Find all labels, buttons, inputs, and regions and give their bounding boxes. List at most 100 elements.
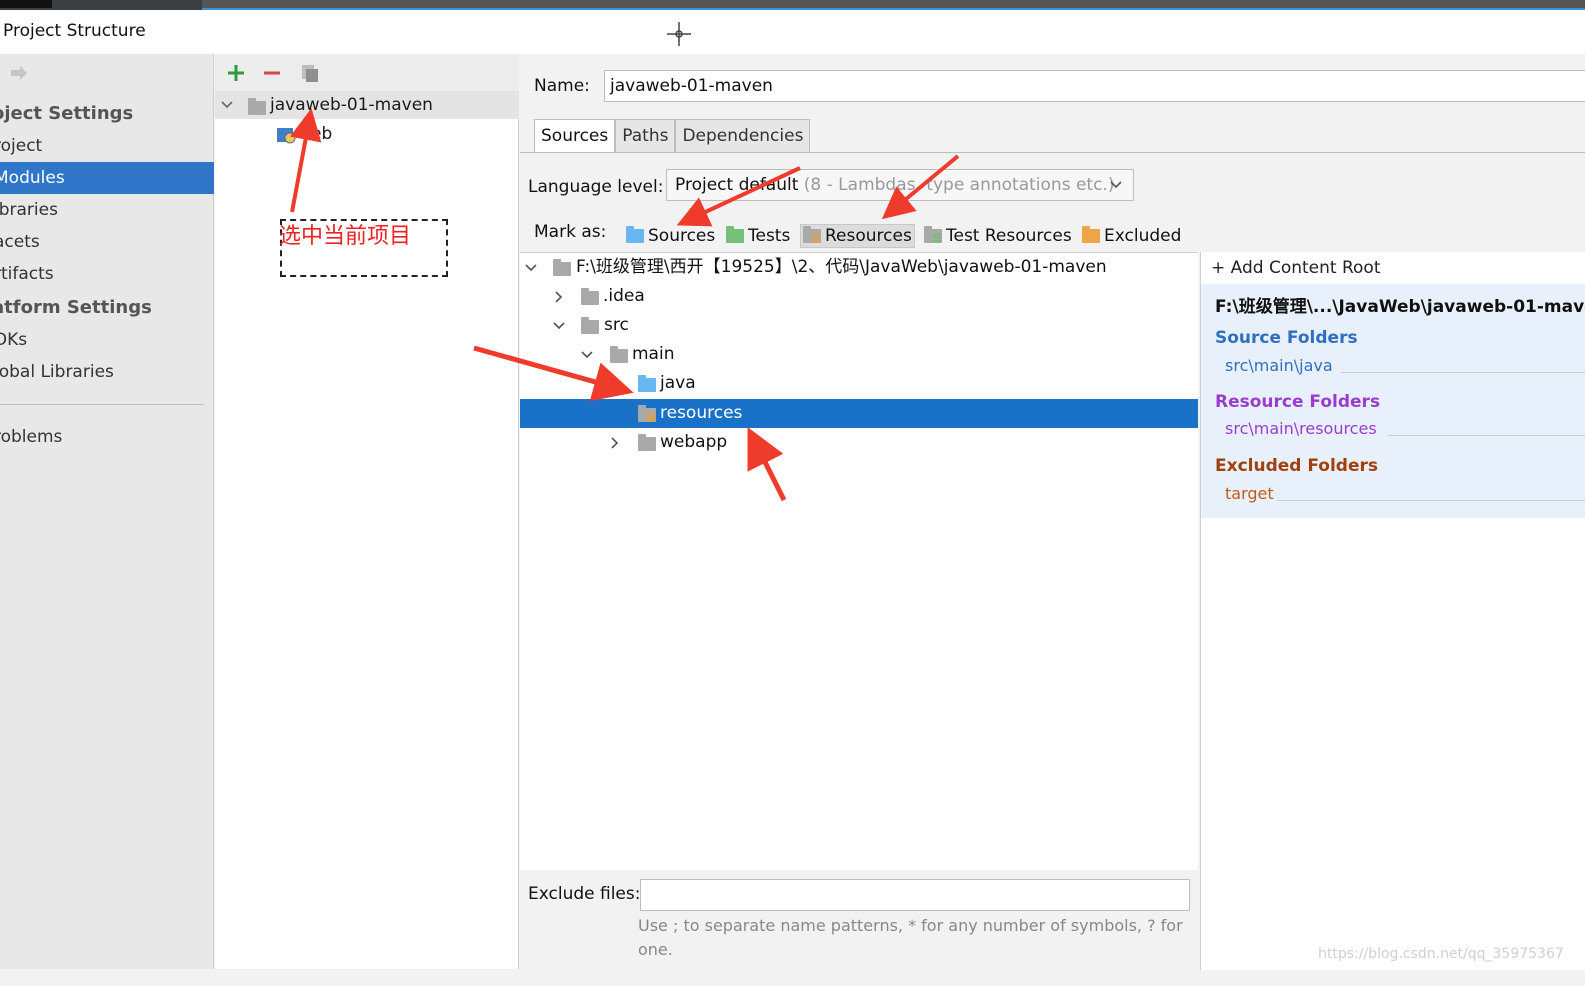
tab-paths[interactable]: Paths <box>615 119 676 153</box>
tab-divider <box>520 152 1585 153</box>
module-list-panel: javaweb-01-maven eb 选中当前项目 <box>215 54 519 969</box>
back-arrow-icon[interactable] <box>8 62 30 84</box>
source-tree: F:\班级管理\西开【19525】\2、代码\JavaWeb\javaweb-0… <box>520 252 1198 870</box>
sidebar-item-facets[interactable]: acets <box>0 226 214 258</box>
excluded-folder-entry[interactable]: target <box>1225 484 1274 503</box>
module-detail-panel: Name: javaweb-01-maven Sources Paths Dep… <box>520 54 1585 970</box>
settings-sidebar: oject Settings roject Modules ibraries a… <box>0 54 214 969</box>
chevron-right-icon[interactable] <box>608 436 622 450</box>
exclude-files-hint: Use ; to separate name patterns, * for a… <box>638 916 1183 959</box>
mark-as-label: Mark as: <box>534 222 607 242</box>
sidebar-item-label: ibraries <box>0 200 58 220</box>
mark-as-label-text: Sources <box>648 226 716 246</box>
name-label: Name: <box>534 76 590 96</box>
source-folder-icon <box>638 375 656 392</box>
sidebar-item-modules[interactable]: Modules <box>0 162 214 194</box>
chevron-down-icon[interactable] <box>552 319 566 333</box>
platform-settings-header: atform Settings <box>0 297 152 318</box>
sidebar-item-sdks[interactable]: DKs <box>0 324 214 356</box>
sidebar-item-problems[interactable]: roblems <box>0 421 214 453</box>
tree-row-root[interactable]: F:\班级管理\西开【19525】\2、代码\JavaWeb\javaweb-0… <box>520 253 1198 282</box>
content-root-path: F:\班级管理\...\JavaWeb\javaweb-01-mave <box>1215 297 1585 317</box>
name-field[interactable]: javaweb-01-maven <box>604 70 1585 102</box>
mark-as-excluded-button[interactable]: Excluded <box>1082 224 1181 248</box>
remove-module-button[interactable] <box>259 60 285 86</box>
folder-icon <box>553 259 571 276</box>
module-toolbar <box>215 54 519 92</box>
resource-folders-header: Resource Folders <box>1215 392 1381 412</box>
sidebar-item-libraries[interactable]: ibraries <box>0 194 214 226</box>
excluded-folders-header: Excluded Folders <box>1215 456 1379 476</box>
entry-divider <box>1277 500 1585 501</box>
add-content-root-label: Add Content Root <box>1230 258 1381 278</box>
entry-divider <box>1387 435 1585 436</box>
sidebar-item-label: roblems <box>0 427 63 447</box>
mark-as-label-text: Excluded <box>1104 226 1182 246</box>
copy-module-button[interactable] <box>297 60 323 86</box>
folder-icon <box>638 434 656 451</box>
tree-row-src[interactable]: src <box>520 311 1198 340</box>
folder-icon <box>581 288 599 305</box>
copy-icon <box>302 65 318 82</box>
minus-icon <box>264 71 280 75</box>
module-folder-icon <box>248 98 266 115</box>
chevron-down-icon[interactable] <box>580 348 594 362</box>
tree-row-label: resources <box>660 403 743 423</box>
tree-row-label: F:\班级管理\西开【19525】\2、代码\JavaWeb\javaweb-0… <box>576 257 1107 277</box>
mark-as-sources-button[interactable]: Sources <box>626 224 715 248</box>
tree-row-webapp[interactable]: webapp <box>520 428 1198 457</box>
sidebar-divider <box>0 404 204 405</box>
facet-row-web[interactable]: eb <box>215 120 519 148</box>
sidebar-item-label: DKs <box>0 330 28 350</box>
sidebar-item-label: lobal Libraries <box>0 362 114 382</box>
resource-folder-icon <box>803 226 821 243</box>
plus-icon <box>228 65 244 81</box>
test-folder-icon <box>726 226 744 243</box>
sidebar-item-label: Modules <box>0 168 65 188</box>
project-settings-header: oject Settings <box>0 103 134 124</box>
tree-row-resources[interactable]: resources <box>520 399 1198 428</box>
language-level-select[interactable]: Project default (8 - Lambdas, type annot… <box>666 169 1134 201</box>
folder-icon <box>581 317 599 334</box>
tree-row-main[interactable]: main <box>520 340 1198 369</box>
exclude-files-label: Exclude files: <box>528 884 641 904</box>
resource-folder-entry[interactable]: src\main\resources <box>1225 419 1377 438</box>
tree-row-label: webapp <box>660 432 728 452</box>
tab-dependencies[interactable]: Dependencies <box>675 119 811 153</box>
mark-as-resources-button[interactable]: Resources <box>800 224 915 248</box>
exclude-files-input[interactable] <box>640 879 1190 911</box>
sidebar-item-global-libraries[interactable]: lobal Libraries <box>0 356 214 388</box>
sidebar-item-label: roject <box>0 136 43 156</box>
folder-icon <box>610 346 628 363</box>
chevron-down-icon[interactable] <box>524 261 538 275</box>
sidebar-item-label: rtifacts <box>0 264 54 284</box>
excluded-folder-icon <box>1082 226 1100 243</box>
content-root-panel: + Add Content Root F:\班级管理\...\JavaWeb\j… <box>1200 252 1585 970</box>
add-module-button[interactable] <box>223 60 249 86</box>
top-window-strip <box>0 0 1585 10</box>
facet-label: eb <box>311 124 333 144</box>
chevron-down-icon[interactable] <box>221 99 233 111</box>
mark-as-label-text: Resources <box>825 226 912 246</box>
source-folder-entry[interactable]: src\main\java <box>1225 356 1333 375</box>
window-title: Project Structure <box>3 21 146 41</box>
source-folder-icon <box>626 226 644 243</box>
tab-sources[interactable]: Sources <box>534 119 616 153</box>
mark-as-test-resources-button[interactable]: Test Resources <box>924 224 1072 248</box>
strip-segment <box>202 0 1585 8</box>
sidebar-item-artifacts[interactable]: rtifacts <box>0 258 214 290</box>
module-row-javaweb[interactable]: javaweb-01-maven <box>215 91 519 119</box>
sidebar-item-label: acets <box>0 232 40 252</box>
tree-row-java[interactable]: java <box>520 369 1198 398</box>
mark-as-label-text: Test Resources <box>946 226 1072 246</box>
add-content-root-button[interactable]: + Add Content Root <box>1211 258 1381 278</box>
strip-segment <box>0 0 52 8</box>
sidebar-item-project[interactable]: roject <box>0 130 214 162</box>
module-tabs: Sources Paths Dependencies <box>534 119 811 153</box>
name-field-value: javaweb-01-maven <box>610 76 773 96</box>
chevron-right-icon[interactable] <box>552 290 566 304</box>
web-facet-icon <box>277 128 296 144</box>
entry-divider <box>1341 372 1585 373</box>
tree-row-idea[interactable]: .idea <box>520 282 1198 311</box>
mark-as-tests-button[interactable]: Tests <box>726 224 790 248</box>
